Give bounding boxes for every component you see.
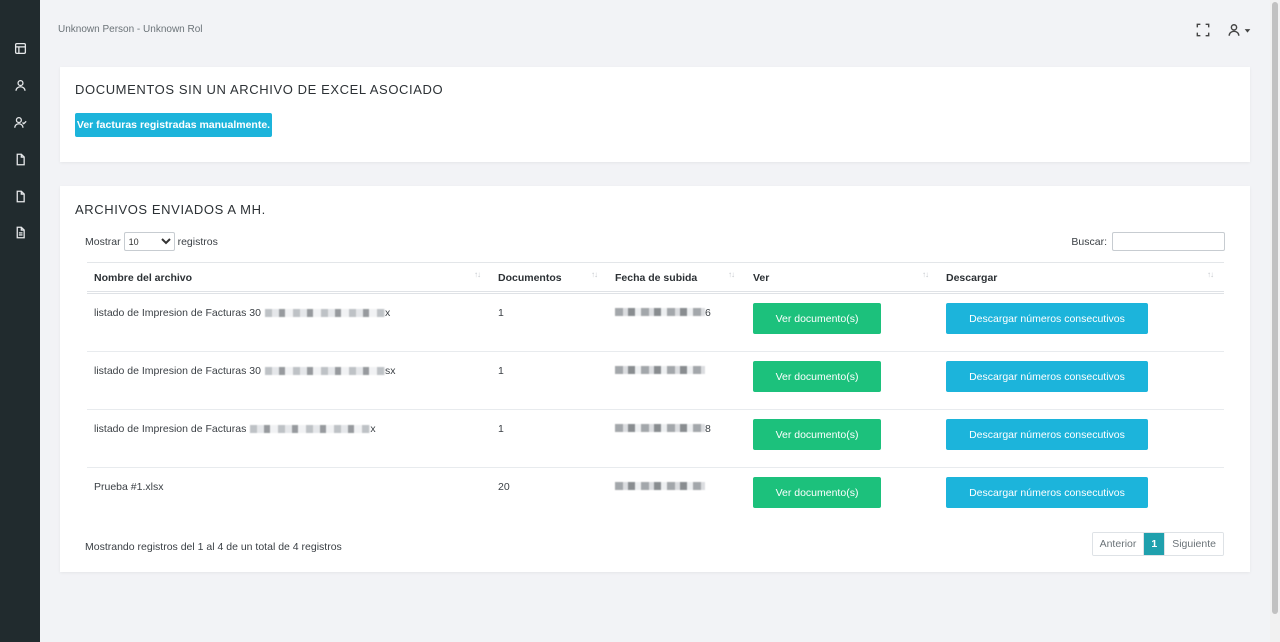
column-header-label: Ver [753, 271, 770, 284]
view-documents-button[interactable]: Ver documento(s) [753, 419, 881, 450]
upload-date-cell [615, 481, 705, 493]
sent-files-card: ARCHIVOS ENVIADOS A MH. Mostrar 10 regis… [60, 186, 1250, 572]
view-documents-button[interactable]: Ver documento(s) [753, 303, 881, 334]
search-label: Buscar: [1071, 235, 1107, 248]
file-text-icon[interactable] [12, 224, 28, 240]
file-icon[interactable] [12, 188, 28, 204]
file-name: listado de Impresion de Facturas 30 [94, 365, 261, 377]
records-per-page: Mostrar 10 registros [85, 232, 218, 251]
download-consecutive-button[interactable]: Descargar números consecutivos [946, 477, 1148, 508]
records-per-page-select[interactable]: 10 [123, 232, 175, 251]
column-header-view[interactable]: Ver ↑↓ [746, 263, 939, 292]
scrollbar-thumb[interactable] [1272, 2, 1278, 614]
redacted-text [264, 309, 385, 318]
layout-icon[interactable] [12, 40, 28, 56]
redacted-date [615, 308, 705, 316]
topbar: Unknown Person - Unknown Rol [40, 0, 1270, 58]
upload-date-cell: 8 [615, 423, 711, 435]
sidebar [0, 0, 40, 642]
sort-icon: ↑↓ [591, 270, 598, 279]
file-name: listado de Impresion de Facturas [94, 423, 247, 435]
column-header-date[interactable]: Fecha de subida ↑↓ [608, 263, 746, 292]
file-name-cell: Prueba #1.xlsx [94, 481, 163, 493]
file-icon[interactable] [12, 151, 28, 167]
table-info: Mostrando registros del 1 al 4 de un tot… [85, 541, 342, 553]
user-icon[interactable] [12, 77, 28, 93]
length-prefix: Mostrar [85, 235, 121, 248]
column-header-label: Fecha de subida [615, 271, 698, 284]
caret-down-icon [1244, 28, 1251, 33]
sort-icon: ↑↓ [1207, 270, 1214, 279]
sort-icon: ↑↓ [474, 270, 481, 279]
file-name-suffix: x [370, 423, 376, 435]
upload-date-suffix: 8 [705, 423, 711, 435]
file-name-suffix: x [384, 307, 391, 319]
pagination-page-1[interactable]: 1 [1143, 533, 1165, 555]
user-menu-button[interactable] [1227, 22, 1251, 38]
table-row: listado de Impresion de Facturas 30 x 1 6… [87, 294, 1224, 352]
manual-invoices-button[interactable]: Ver facturas registradas manualmente. [75, 113, 272, 137]
user-icon [1228, 24, 1240, 36]
file-name-cell: listado de Impresion de Facturas x [94, 423, 376, 435]
file-name: Prueba #1.xlsx [94, 481, 164, 493]
card-title: DOCUMENTOS SIN UN ARCHIVO DE EXCEL ASOCI… [75, 82, 444, 97]
user-role-label: Unknown Person - Unknown Rol [58, 24, 203, 35]
redacted-date [615, 482, 705, 490]
table-row: listado de Impresion de Facturas 30 sx 1 … [87, 352, 1224, 410]
fullscreen-icon[interactable] [1196, 22, 1210, 38]
documents-count: 1 [498, 365, 504, 377]
column-header-download[interactable]: Descargar ↑↓ [939, 263, 1224, 292]
documents-count: 1 [498, 307, 504, 319]
user-check-icon[interactable] [12, 114, 28, 130]
unlinked-documents-card: DOCUMENTOS SIN UN ARCHIVO DE EXCEL ASOCI… [60, 67, 1250, 162]
upload-date-cell: 6 [615, 307, 711, 319]
files-table: Nombre del archivo ↑↓ Documentos ↑↓ Fecha … [87, 262, 1224, 526]
pagination: Anterior 1 Siguiente [1091, 532, 1224, 556]
table-row: listado de Impresion de Facturas x 1 8 Ve… [87, 410, 1224, 468]
column-header-name[interactable]: Nombre del archivo ↑↓ [87, 263, 491, 292]
documents-count: 1 [498, 423, 504, 435]
download-consecutive-button[interactable]: Descargar números consecutivos [946, 419, 1148, 450]
redacted-text [250, 425, 371, 434]
file-name-cell: listado de Impresion de Facturas 30 x [94, 307, 390, 319]
column-header-label: Nombre del archivo [94, 271, 193, 284]
pagination-previous[interactable]: Anterior [1092, 533, 1144, 555]
upload-date-cell [615, 365, 705, 377]
redacted-date [615, 424, 705, 432]
view-documents-button[interactable]: Ver documento(s) [753, 361, 881, 392]
page-scrollbar[interactable] [1270, 0, 1280, 642]
redacted-date [615, 366, 705, 374]
view-documents-button[interactable]: Ver documento(s) [753, 477, 881, 508]
download-consecutive-button[interactable]: Descargar números consecutivos [946, 303, 1148, 334]
table-header: Nombre del archivo ↑↓ Documentos ↑↓ Fecha … [87, 262, 1224, 294]
length-suffix: registros [177, 235, 218, 248]
card-title: ARCHIVOS ENVIADOS A MH. [75, 202, 266, 217]
file-name: listado de Impresion de Facturas 30 [94, 307, 261, 319]
table-row: Prueba #1.xlsx 20 Ver documento(s) Desca… [87, 468, 1224, 526]
search-input[interactable] [1112, 232, 1225, 251]
upload-date-suffix: 6 [705, 307, 711, 319]
column-header-label: Documentos [498, 271, 562, 284]
redacted-text [264, 367, 385, 376]
sort-icon: ↑↓ [728, 270, 735, 279]
column-header-documents[interactable]: Documentos ↑↓ [491, 263, 608, 292]
documents-count: 20 [498, 481, 510, 493]
column-header-label: Descargar [946, 271, 998, 284]
sort-icon: ↑↓ [922, 270, 929, 279]
pagination-next[interactable]: Siguiente [1164, 533, 1223, 555]
file-name-suffix: sx [384, 365, 396, 377]
file-name-cell: listado de Impresion de Facturas 30 sx [94, 365, 395, 377]
search-box: Buscar: [1071, 232, 1225, 251]
download-consecutive-button[interactable]: Descargar números consecutivos [946, 361, 1148, 392]
